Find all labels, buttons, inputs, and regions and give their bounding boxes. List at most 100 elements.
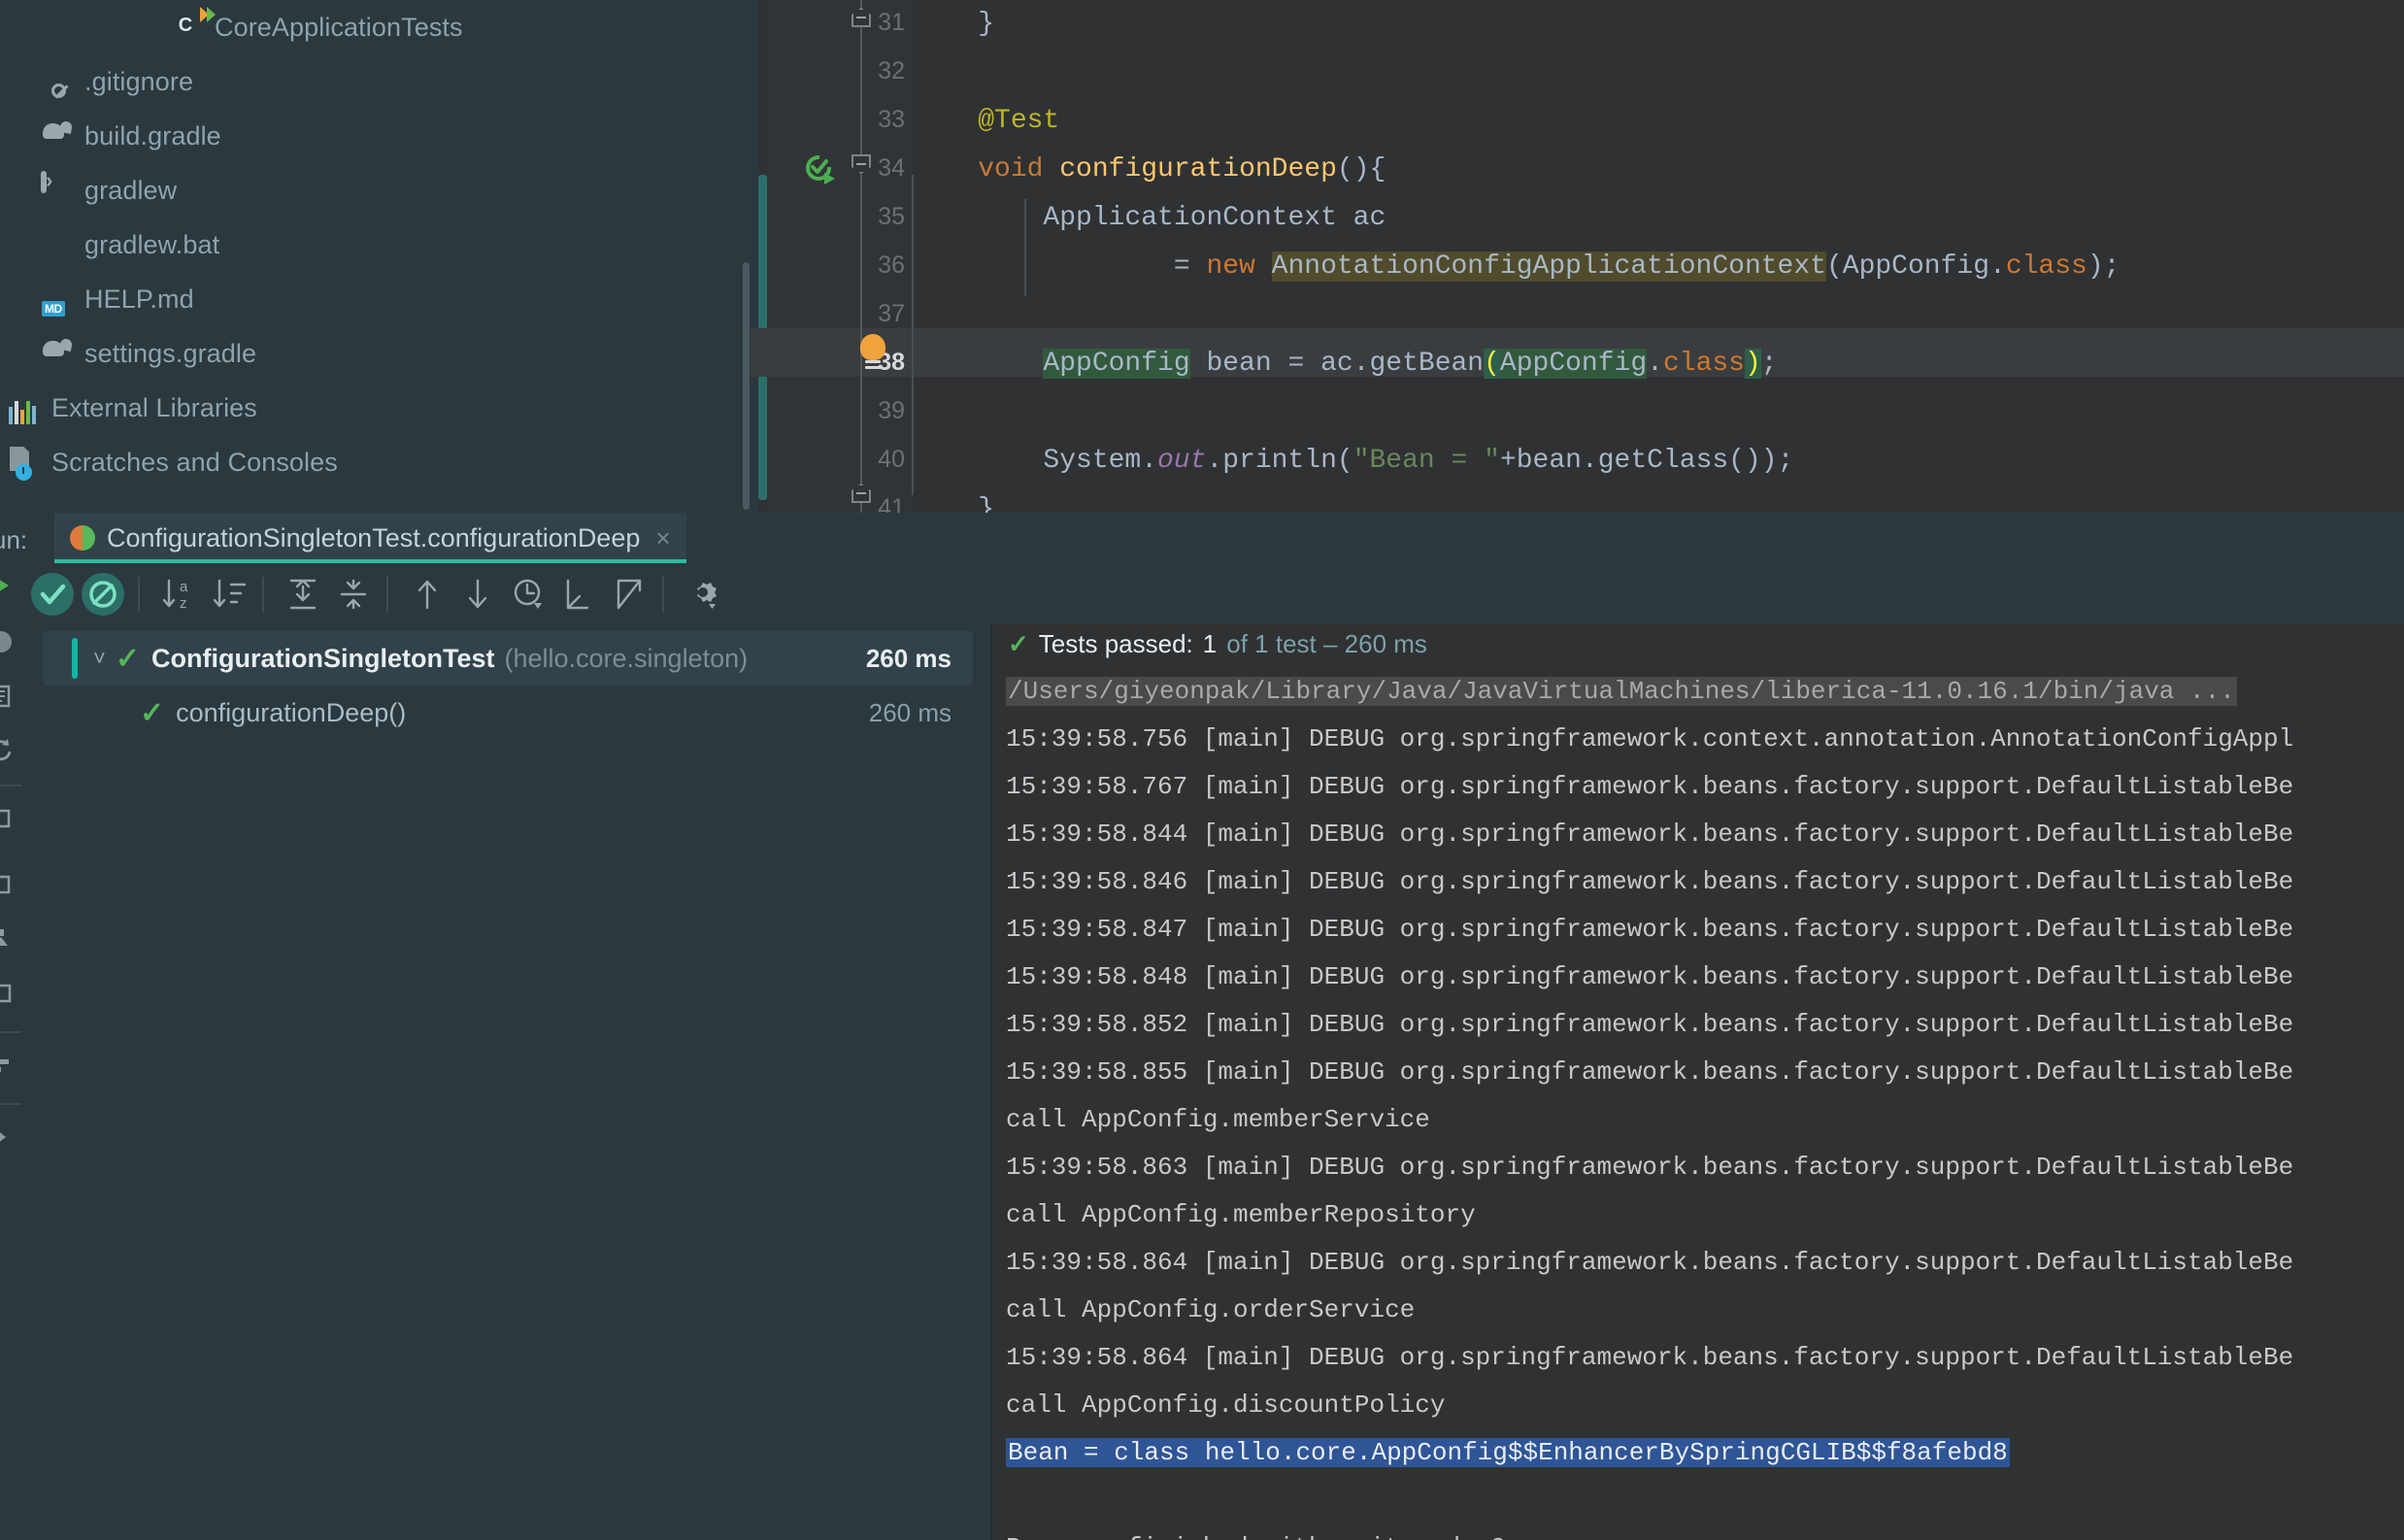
test-tree-child-row[interactable]: ✓ configurationDeep() 260 ms: [43, 686, 973, 740]
code-editor[interactable]: 31 32 33 34 35 36 37 38 39 40 41 } @Test void conf…: [751, 0, 2404, 524]
code-line[interactable]: [913, 388, 929, 437]
project-tool-window[interactable]: XmlAppContextCoreApplicationTests.gitign…: [0, 0, 751, 513]
dump-threads-icon[interactable]: [0, 924, 16, 954]
project-tree-item[interactable]: MD HELP.md: [41, 272, 194, 326]
console-log-line[interactable]: [1006, 1477, 1021, 1523]
console-log-line[interactable]: 15:39:58.864 [main] DEBUG org.springfram…: [1006, 1334, 2293, 1381]
test-runner-toolbar[interactable]: a z: [21, 563, 2404, 623]
editor-left-strip: [751, 0, 758, 513]
sort-alphabetically-button[interactable]: a z: [157, 573, 200, 616]
code-line[interactable]: AppConfig bean = ac.getBean(AppConfig.cl…: [913, 340, 1778, 388]
test-passed-icon-child: ✓: [140, 696, 165, 729]
fold-end-icon-2[interactable]: [851, 484, 871, 503]
run-configuration-tab[interactable]: ConfigurationSingletonTest.configuration…: [54, 513, 686, 563]
console-log-line[interactable]: Bean = class hello.core.AppConfig$$Enhan…: [1006, 1429, 2010, 1476]
junit-test-icon: [70, 525, 95, 551]
console-log-line[interactable]: call AppConfig.orderService: [1006, 1287, 1415, 1333]
project-tree-item-label: settings.gradle: [84, 338, 257, 368]
console-log-line[interactable]: Process finished with exit code 0: [1006, 1524, 1506, 1540]
line-number: 37: [878, 300, 905, 327]
toggle-auto-test-icon[interactable]: [0, 682, 16, 711]
run-tool-window-label: un:: [0, 525, 28, 554]
close-icon[interactable]: ×: [655, 523, 670, 553]
sort-by-duration-button[interactable]: [208, 573, 250, 616]
run-tool-window: a z ˅ ✓ ConfigurationSingletonTest (hell…: [0, 563, 2404, 1540]
console-log-line[interactable]: call AppConfig.memberRepository: [1006, 1191, 1476, 1238]
project-tree-item-label: HELP.md: [84, 284, 194, 314]
console-icon[interactable]: [0, 979, 16, 1008]
console-log-line[interactable]: 15:39:58.844 [main] DEBUG org.springfram…: [1006, 811, 2293, 857]
console-log-line[interactable]: call AppConfig.memberService: [1006, 1096, 1430, 1143]
show-ignored-tests-button[interactable]: [82, 573, 124, 616]
project-tree-item[interactable]: build.gradle: [41, 109, 221, 163]
rerun-failed-icon[interactable]: [0, 627, 16, 656]
code-line[interactable]: [913, 49, 929, 97]
console-output[interactable]: ✓ Tests passed: 1 of 1 test – 260 ms /Us…: [992, 623, 2404, 1540]
test-results-tree[interactable]: ˅ ✓ ConfigurationSingletonTest (hello.co…: [21, 623, 992, 1540]
code-line[interactable]: System.out.println("Bean = "+bean.getCla…: [913, 437, 1793, 485]
console-log-line[interactable]: 15:39:58.864 [main] DEBUG org.springfram…: [1006, 1239, 2293, 1286]
run-side-toolbar[interactable]: [0, 563, 21, 1540]
test-root-duration: 260 ms: [865, 643, 952, 673]
next-failed-test-button[interactable]: [456, 573, 499, 616]
chevron-down-icon[interactable]: ˅: [93, 646, 106, 671]
code-line[interactable]: ApplicationContext ac: [913, 194, 1386, 243]
project-tree-item[interactable]: gradlew: [41, 163, 177, 218]
console-log-line[interactable]: 15:39:58.846 [main] DEBUG org.springfram…: [1006, 858, 2293, 905]
test-tree-root-row[interactable]: ˅ ✓ ConfigurationSingletonTest (hello.co…: [43, 631, 973, 686]
scroll-to-end-icon[interactable]: [0, 1122, 16, 1152]
editor-area: XmlAppContextCoreApplicationTests.gitign…: [0, 0, 2404, 524]
project-tree-item-label: External Libraries: [51, 392, 257, 422]
code-line[interactable]: = new AnnotationConfigApplicationContext…: [913, 243, 2120, 291]
project-scrollbar[interactable]: [743, 262, 750, 510]
editor-gutter[interactable]: 31 32 33 34 35 36 37 38 39 40 41: [767, 0, 913, 521]
stop-icon[interactable]: [0, 804, 16, 833]
console-log-line[interactable]: 15:39:58.848 [main] DEBUG org.springfram…: [1006, 954, 2293, 1000]
show-passed-tests-button[interactable]: [31, 573, 74, 616]
run-test-gutter-icon[interactable]: [804, 153, 837, 186]
code-line[interactable]: void configurationDeep(){: [913, 146, 1386, 194]
project-tree-item[interactable]: .gitignore: [41, 54, 193, 109]
console-log-line[interactable]: 15:39:58.767 [main] DEBUG org.springfram…: [1006, 763, 2293, 810]
code-line[interactable]: @Test: [913, 97, 1059, 146]
intention-bulb-icon[interactable]: [860, 334, 885, 371]
console-log-line[interactable]: 15:39:58.847 [main] DEBUG org.springfram…: [1006, 906, 2293, 953]
run-tab-title: ConfigurationSingletonTest.configuration…: [107, 522, 641, 552]
import-tests-button[interactable]: [557, 573, 600, 616]
console-log-line[interactable]: 15:39:58.852 [main] DEBUG org.springfram…: [1006, 1001, 2293, 1048]
console-log-line[interactable]: 15:39:58.855 [main] DEBUG org.springfram…: [1006, 1049, 2293, 1095]
console-log-line[interactable]: 15:39:58.863 [main] DEBUG org.springfram…: [1006, 1144, 2293, 1190]
test-history-button[interactable]: [507, 573, 550, 616]
export-tests-button[interactable]: [608, 573, 651, 616]
console-command-text: /Users/giyeonpak/Library/Java/JavaVirtua…: [1006, 677, 2237, 706]
tests-passed-of-text: of 1 test – 260 ms: [1226, 628, 1427, 658]
test-settings-button[interactable]: [682, 573, 724, 616]
expand-all-button[interactable]: [282, 573, 324, 616]
test-passed-icon: ✓: [115, 642, 140, 675]
console-log-line[interactable]: 15:39:58.756 [main] DEBUG org.springfram…: [1006, 716, 2293, 762]
console-log-line[interactable]: call AppConfig.discountPolicy: [1006, 1382, 1445, 1428]
tests-passed-header: ✓ Tests passed: 1 of 1 test – 260 ms: [992, 623, 2404, 664]
project-tree-item[interactable]: settings.gradle: [41, 326, 256, 381]
resume-icon[interactable]: [0, 870, 16, 899]
project-tree-item[interactable]: Scratches and Consoles: [8, 435, 338, 489]
rerun-automatically-icon[interactable]: [0, 736, 16, 765]
project-tree-item[interactable]: gradlew.bat: [41, 218, 219, 272]
project-tree-item[interactable]: External Libraries: [8, 381, 257, 435]
test-class-name: ConfigurationSingletonTest: [151, 643, 495, 673]
collapse-all-button[interactable]: [332, 573, 375, 616]
code-line[interactable]: }: [913, 0, 994, 49]
gitignore-file-icon: [41, 65, 74, 98]
run-tool-window-tabs[interactable]: un: ConfigurationSingletonTest.configura…: [0, 513, 2404, 563]
project-tree-item[interactable]: CoreApplicationTests: [171, 0, 463, 54]
previous-failed-test-button[interactable]: [406, 573, 449, 616]
scratches-icon: [8, 446, 41, 481]
gradle-file-icon: [41, 119, 74, 152]
code-line[interactable]: [913, 291, 929, 340]
rerun-icon[interactable]: [0, 571, 16, 600]
shell-script-icon: [41, 171, 74, 207]
soft-wrap-icon[interactable]: [0, 1051, 16, 1080]
console-command-line[interactable]: /Users/giyeonpak/Library/Java/JavaVirtua…: [1006, 668, 2237, 715]
tests-passed-icon: ✓: [1008, 628, 1029, 658]
code-text[interactable]: } @Test void configurationDeep(){ Applic…: [912, 0, 2404, 524]
